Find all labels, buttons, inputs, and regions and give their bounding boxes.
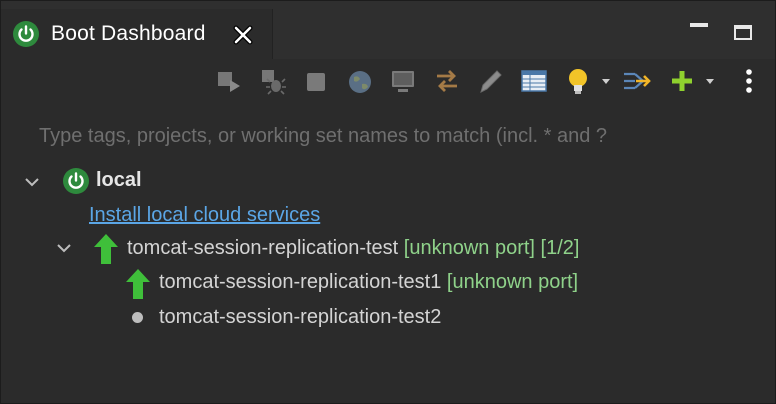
toolbar: [1, 59, 775, 103]
link-icon[interactable]: [621, 65, 653, 97]
instance-2-name: tomcat-session-replication-test2: [159, 306, 442, 328]
close-icon[interactable]: [231, 23, 255, 47]
chevron-down-icon[interactable]: [23, 173, 41, 191]
tab-boot-dashboard[interactable]: Boot Dashboard: [1, 9, 273, 59]
stopped-status-icon: [132, 312, 143, 323]
stop-icon[interactable]: [300, 65, 332, 97]
chevron-down-icon[interactable]: [705, 73, 715, 84]
open-browser-icon[interactable]: [344, 65, 376, 97]
table-icon[interactable]: [518, 65, 550, 97]
tab-title: Boot Dashboard: [51, 22, 206, 45]
instance-1-name: tomcat-session-replication-test1: [159, 271, 442, 293]
running-up-arrow-icon: [93, 233, 119, 265]
restart-icon[interactable]: [213, 65, 245, 97]
app-port: [unknown port]: [403, 237, 535, 259]
tree-node-app[interactable]: tomcat-session-replication-test [unknown…: [127, 237, 579, 260]
lightbulb-icon[interactable]: [562, 65, 594, 97]
open-console-icon[interactable]: [387, 65, 419, 97]
spring-power-icon: [13, 21, 39, 47]
chevron-down-icon[interactable]: [601, 73, 611, 84]
tab-bar: Boot Dashboard: [1, 1, 775, 59]
install-local-cloud-services-link[interactable]: Install local cloud services: [89, 204, 320, 227]
tree-node-instance-1[interactable]: tomcat-session-replication-test1 [unknow…: [159, 271, 578, 294]
sync-icon[interactable]: [431, 65, 463, 97]
spring-power-icon: [63, 168, 89, 194]
minimize-icon[interactable]: [690, 23, 708, 27]
more-icon[interactable]: [733, 65, 765, 97]
app-instance-count: [1/2]: [540, 237, 580, 259]
maximize-icon[interactable]: [734, 25, 752, 40]
filter-input[interactable]: Type tags, projects, or working set name…: [39, 125, 607, 148]
debug-icon[interactable]: [257, 65, 289, 97]
edit-icon[interactable]: [474, 65, 506, 97]
tree-node-local[interactable]: local: [96, 169, 142, 192]
add-icon[interactable]: [666, 65, 698, 97]
instance-1-port: [unknown port]: [446, 271, 579, 293]
tree-node-instance-2[interactable]: tomcat-session-replication-test2: [159, 306, 441, 329]
boot-dashboard-panel: Boot Dashboard Type tags, projects, or w…: [0, 0, 776, 404]
chevron-down-icon[interactable]: [55, 239, 73, 257]
app-name: tomcat-session-replication-test: [127, 237, 399, 259]
running-up-arrow-icon: [125, 268, 151, 300]
